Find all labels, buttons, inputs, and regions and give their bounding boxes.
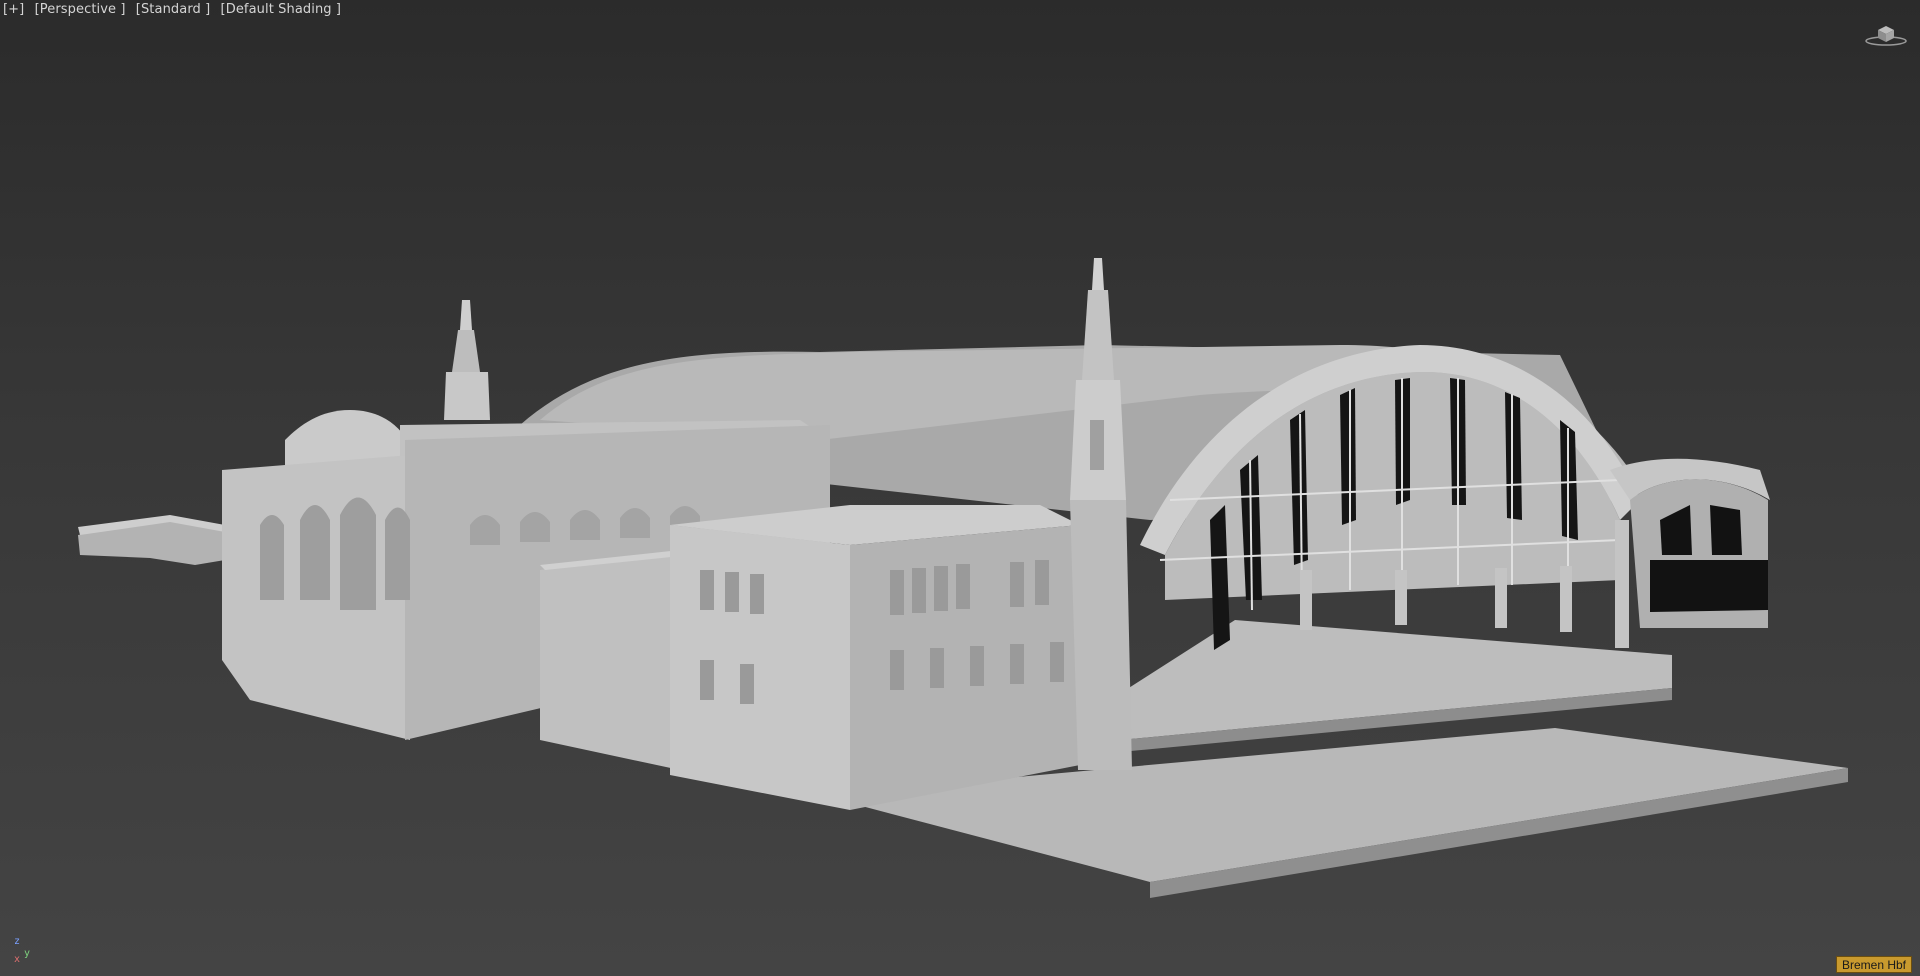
- mid-wing: [540, 555, 680, 770]
- axis-z-label: z: [14, 936, 21, 947]
- scene-3d-model[interactable]: [0, 0, 1920, 976]
- viewcube-icon[interactable]: [1862, 20, 1910, 48]
- viewport-menu-button[interactable]: [+]: [3, 2, 24, 17]
- viewport-label-bar: [+] [Perspective ] [Standard ] [Default …: [3, 2, 347, 17]
- front-block-left-face: [670, 525, 850, 810]
- left-spire: [444, 300, 490, 420]
- object-name-tag[interactable]: Bremen Hbf: [1835, 956, 1912, 973]
- perspective-viewport[interactable]: [+] [Perspective ] [Standard ] [Default …: [0, 0, 1920, 976]
- axis-tripod-icon: z y x: [12, 936, 38, 966]
- render-mode-label[interactable]: [Standard ]: [136, 2, 211, 17]
- axis-y-label: y: [24, 948, 31, 959]
- central-tower: [1070, 258, 1132, 770]
- shading-mode-label[interactable]: [Default Shading ]: [221, 2, 342, 17]
- view-type-label[interactable]: [Perspective ]: [35, 2, 126, 17]
- axis-x-label: x: [14, 954, 21, 965]
